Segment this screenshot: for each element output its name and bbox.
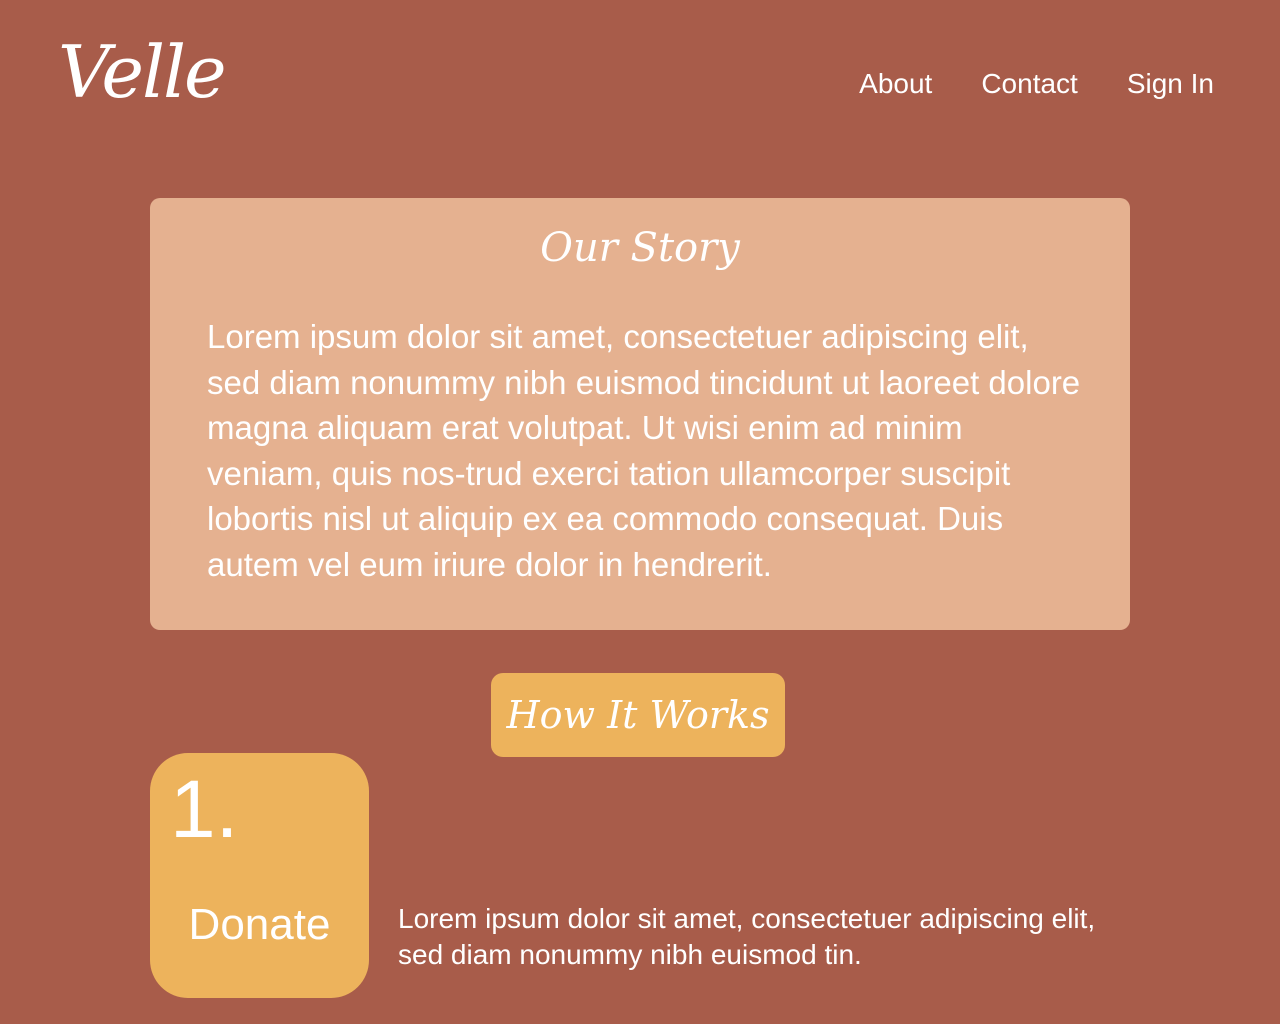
nav-link-sign-in[interactable]: Sign In [1127,66,1214,102]
our-story-title: Our Story [540,225,740,271]
step-description: Lorem ipsum dolor sit amet, consectetuer… [398,903,1096,970]
step-label: Donate [188,900,331,949]
page: Velle About Contact Sign In Our Story Lo… [0,0,1280,1024]
step-card-donate: 1. Donate [150,753,369,998]
nav-link-contact[interactable]: Contact [981,66,1078,102]
our-story-body: Lorem ipsum dolor sit amet, consectetuer… [207,318,1081,583]
step-number: 1. [170,764,239,855]
top-nav: About Contact Sign In [859,66,1214,102]
nav-link-about[interactable]: About [859,66,932,102]
how-it-works-button[interactable]: How It Works [491,673,785,757]
logo[interactable]: Velle [58,28,227,116]
